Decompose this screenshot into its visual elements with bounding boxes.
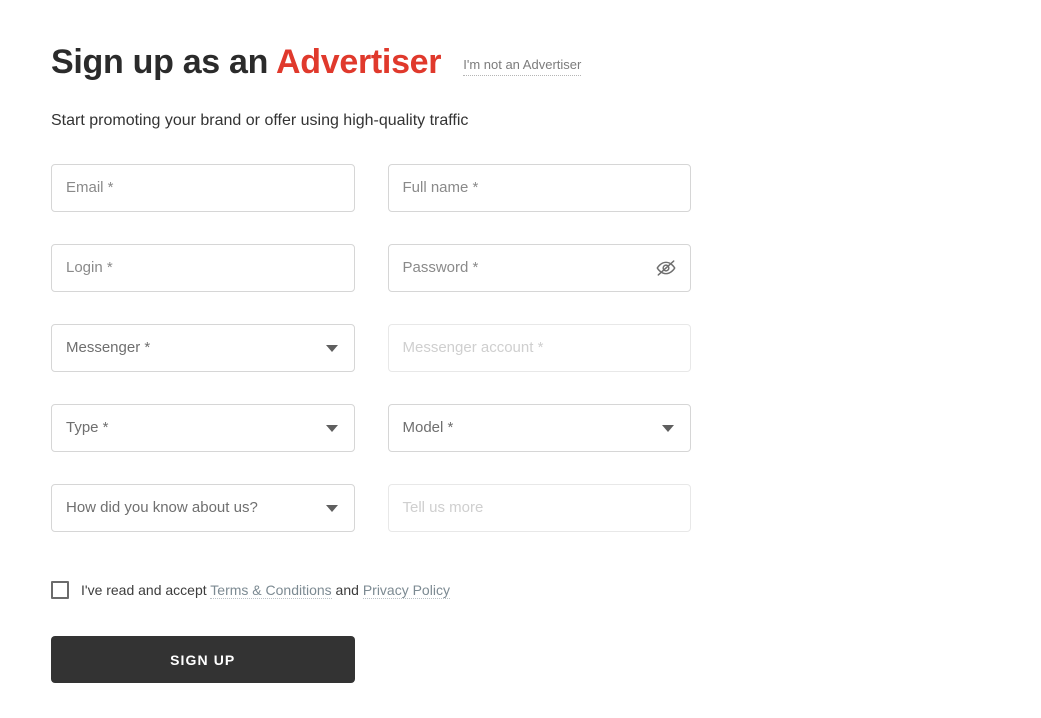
chevron-down-icon (325, 425, 338, 432)
chevron-down-icon (325, 505, 338, 512)
terms-text-between: and (331, 582, 363, 598)
referral-source-select-label: How did you know about us? (66, 499, 258, 516)
type-select[interactable]: Type * (51, 404, 355, 452)
form-row: Messenger * Messenger account * (51, 324, 691, 372)
terms-checkbox[interactable] (51, 581, 69, 599)
page-title-prefix: Sign up as an (51, 43, 277, 81)
page-title-accent: Advertiser (276, 43, 442, 81)
model-select[interactable]: Model * (387, 404, 691, 452)
signup-page: Sign up as an Advertiser I'm not an Adve… (0, 0, 1041, 718)
terms-text-before: I've read and accept (81, 582, 211, 598)
eye-off-icon[interactable] (654, 256, 678, 280)
form-row: Login * Password * (51, 244, 691, 292)
referral-source-select[interactable]: How did you know about us? (51, 484, 355, 532)
tell-us-more-field[interactable]: Tell us more (387, 484, 691, 532)
page-subtitle: Start promoting your brand or offer usin… (51, 112, 469, 129)
header: Sign up as an Advertiser I'm not an Adve… (51, 40, 1041, 84)
password-field[interactable]: Password * (387, 244, 691, 292)
form-row: How did you know about us? Tell us more (51, 484, 691, 532)
form-row: Type * Model * (51, 404, 691, 452)
switch-role-link[interactable]: I'm not an Advertiser (463, 57, 582, 76)
messenger-account-field-label: Messenger account * (402, 339, 544, 356)
login-field-label: Login * (66, 259, 113, 276)
email-field-label: Email * (66, 179, 114, 196)
messenger-select-label: Messenger * (66, 339, 151, 356)
messenger-account-field[interactable]: Messenger account * (387, 324, 691, 372)
chevron-down-icon (325, 345, 338, 352)
terms-conditions-link[interactable]: Terms & Conditions (210, 582, 332, 599)
signup-form: Email * Full name * Login * Password * M… (51, 164, 691, 683)
terms-acceptance-row: I've read and accept Terms & Conditions … (51, 580, 691, 600)
login-field[interactable]: Login * (51, 244, 355, 292)
full-name-field[interactable]: Full name * (387, 164, 691, 212)
page-title: Sign up as an Advertiser (51, 40, 442, 84)
terms-text: I've read and accept Terms & Conditions … (81, 580, 450, 600)
password-field-label: Password * (402, 259, 479, 276)
model-select-label: Model * (402, 419, 454, 436)
email-field[interactable]: Email * (51, 164, 355, 212)
tell-us-more-field-label: Tell us more (402, 499, 484, 516)
chevron-down-icon (662, 425, 674, 432)
sign-up-button[interactable]: SIGN UP (51, 636, 355, 683)
form-row: Email * Full name * (51, 164, 691, 212)
type-select-label: Type * (66, 419, 109, 436)
messenger-select[interactable]: Messenger * (51, 324, 355, 372)
full-name-field-label: Full name * (402, 179, 479, 196)
privacy-policy-link[interactable]: Privacy Policy (362, 582, 450, 599)
